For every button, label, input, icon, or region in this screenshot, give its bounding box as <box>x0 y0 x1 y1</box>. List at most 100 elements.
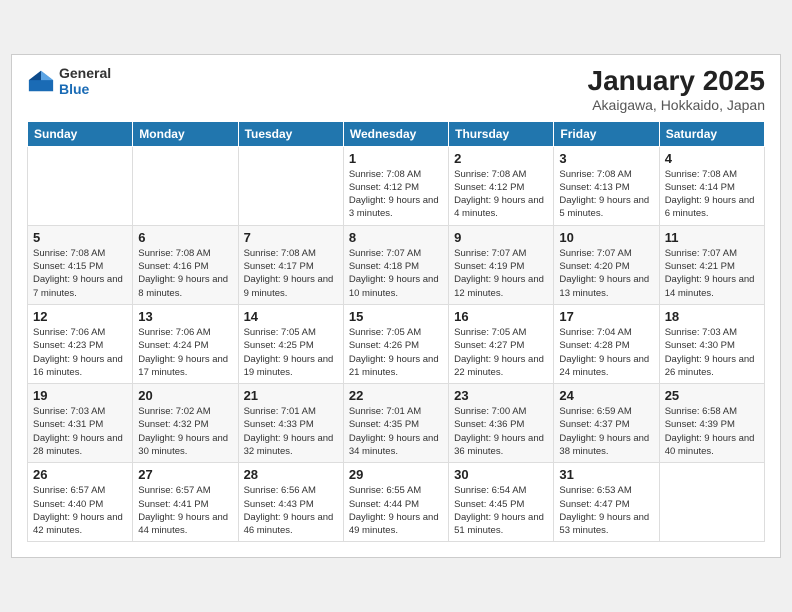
calendar-wrapper: General Blue January 2025 Akaigawa, Hokk… <box>11 54 781 559</box>
day-info: Sunrise: 7:00 AM Sunset: 4:36 PM Dayligh… <box>454 405 548 458</box>
weekday-row: SundayMondayTuesdayWednesdayThursdayFrid… <box>28 121 765 146</box>
day-cell: 10Sunrise: 7:07 AM Sunset: 4:20 PM Dayli… <box>554 225 659 304</box>
weekday-header-sunday: Sunday <box>28 121 133 146</box>
day-cell: 13 Sunrise: 7:06 AM Sunset: 4:24 PM Dayli… <box>133 304 238 383</box>
weekday-header-thursday: Thursday <box>449 121 554 146</box>
day-info: Sunrise: 7:08 AM Sunset: 4:12 PM Dayligh… <box>454 168 548 221</box>
day-info: Sunrise: 7:08 AM Sunset: 4:17 PM Dayligh… <box>244 247 338 300</box>
day-number: 14 <box>244 309 338 324</box>
day-cell: 8 Sunrise: 7:07 AM Sunset: 4:18 PM Daylig… <box>343 225 448 304</box>
day-number: 20 <box>138 388 232 403</box>
day-info: Sunrise: 7:07 AM Sunset: 4:19 PM Dayligh… <box>454 247 548 300</box>
day-cell: 11 Sunrise: 7:07 AM Sunset: 4:21 PM Dayli… <box>659 225 764 304</box>
day-info: Sunrise: 7:06 AM Sunset: 4:24 PM Dayligh… <box>138 326 232 379</box>
day-number: 16 <box>454 309 548 324</box>
day-cell <box>133 146 238 225</box>
day-number: 4 <box>665 151 759 166</box>
day-cell: 22 Sunrise: 7:01 AM Sunset: 4:35 PM Dayli… <box>343 384 448 463</box>
day-info: Sunrise: 6:54 AM Sunset: 4:45 PM Dayligh… <box>454 484 548 537</box>
day-info: Sunrise: 7:07 AM Sunset: 4:18 PM Dayligh… <box>349 247 443 300</box>
day-cell: 9 Sunrise: 7:07 AM Sunset: 4:19 PM Daylig… <box>449 225 554 304</box>
day-number: 1 <box>349 151 443 166</box>
day-number: 9 <box>454 230 548 245</box>
day-cell: 31 Sunrise: 6:53 AM Sunset: 4:47 PM Dayli… <box>554 463 659 542</box>
day-number: 7 <box>244 230 338 245</box>
week-row-5: 26Sunrise: 6:57 AM Sunset: 4:40 PM Dayli… <box>28 463 765 542</box>
day-cell: 26Sunrise: 6:57 AM Sunset: 4:40 PM Dayli… <box>28 463 133 542</box>
logo-general: General <box>59 65 111 82</box>
day-cell: 27Sunrise: 6:57 AM Sunset: 4:41 PM Dayli… <box>133 463 238 542</box>
day-cell: 6 Sunrise: 7:08 AM Sunset: 4:16 PM Daylig… <box>133 225 238 304</box>
day-number: 18 <box>665 309 759 324</box>
day-number: 3 <box>559 151 653 166</box>
day-info: Sunrise: 6:53 AM Sunset: 4:47 PM Dayligh… <box>559 484 653 537</box>
day-number: 26 <box>33 467 127 482</box>
day-cell: 14Sunrise: 7:05 AM Sunset: 4:25 PM Dayli… <box>238 304 343 383</box>
day-number: 8 <box>349 230 443 245</box>
weekday-header-tuesday: Tuesday <box>238 121 343 146</box>
day-info: Sunrise: 6:58 AM Sunset: 4:39 PM Dayligh… <box>665 405 759 458</box>
day-number: 23 <box>454 388 548 403</box>
day-number: 10 <box>559 230 653 245</box>
day-info: Sunrise: 7:03 AM Sunset: 4:31 PM Dayligh… <box>33 405 127 458</box>
day-number: 19 <box>33 388 127 403</box>
day-info: Sunrise: 7:06 AM Sunset: 4:23 PM Dayligh… <box>33 326 127 379</box>
day-info: Sunrise: 6:56 AM Sunset: 4:43 PM Dayligh… <box>244 484 338 537</box>
day-cell: 21 Sunrise: 7:01 AM Sunset: 4:33 PM Dayli… <box>238 384 343 463</box>
day-number: 29 <box>349 467 443 482</box>
day-number: 5 <box>33 230 127 245</box>
day-info: Sunrise: 7:05 AM Sunset: 4:27 PM Dayligh… <box>454 326 548 379</box>
day-cell: 4Sunrise: 7:08 AM Sunset: 4:14 PM Daylig… <box>659 146 764 225</box>
title-section: January 2025 Akaigawa, Hokkaido, Japan <box>588 65 765 113</box>
day-cell: 2 Sunrise: 7:08 AM Sunset: 4:12 PM Daylig… <box>449 146 554 225</box>
day-cell <box>238 146 343 225</box>
day-info: Sunrise: 7:04 AM Sunset: 4:28 PM Dayligh… <box>559 326 653 379</box>
day-cell: 23 Sunrise: 7:00 AM Sunset: 4:36 PM Dayli… <box>449 384 554 463</box>
day-cell: 15Sunrise: 7:05 AM Sunset: 4:26 PM Dayli… <box>343 304 448 383</box>
day-cell: 18 Sunrise: 7:03 AM Sunset: 4:30 PM Dayli… <box>659 304 764 383</box>
day-cell: 16 Sunrise: 7:05 AM Sunset: 4:27 PM Dayli… <box>449 304 554 383</box>
calendar-table: SundayMondayTuesdayWednesdayThursdayFrid… <box>27 121 765 543</box>
day-info: Sunrise: 7:08 AM Sunset: 4:15 PM Dayligh… <box>33 247 127 300</box>
day-number: 6 <box>138 230 232 245</box>
day-cell: 12Sunrise: 7:06 AM Sunset: 4:23 PM Dayli… <box>28 304 133 383</box>
day-info: Sunrise: 7:01 AM Sunset: 4:35 PM Dayligh… <box>349 405 443 458</box>
day-number: 30 <box>454 467 548 482</box>
day-cell: 24Sunrise: 6:59 AM Sunset: 4:37 PM Dayli… <box>554 384 659 463</box>
day-info: Sunrise: 7:01 AM Sunset: 4:33 PM Dayligh… <box>244 405 338 458</box>
day-cell: 19 Sunrise: 7:03 AM Sunset: 4:31 PM Dayli… <box>28 384 133 463</box>
day-cell: 28 Sunrise: 6:56 AM Sunset: 4:43 PM Dayli… <box>238 463 343 542</box>
day-number: 31 <box>559 467 653 482</box>
logo-text: General Blue <box>59 65 111 99</box>
month-title: January 2025 <box>588 65 765 97</box>
day-number: 13 <box>138 309 232 324</box>
day-number: 11 <box>665 230 759 245</box>
day-number: 21 <box>244 388 338 403</box>
day-cell: 30 Sunrise: 6:54 AM Sunset: 4:45 PM Dayli… <box>449 463 554 542</box>
day-cell <box>28 146 133 225</box>
day-cell: 29 Sunrise: 6:55 AM Sunset: 4:44 PM Dayli… <box>343 463 448 542</box>
header-section: General Blue January 2025 Akaigawa, Hokk… <box>27 65 765 113</box>
week-row-3: 12Sunrise: 7:06 AM Sunset: 4:23 PM Dayli… <box>28 304 765 383</box>
day-cell: 25Sunrise: 6:58 AM Sunset: 4:39 PM Dayli… <box>659 384 764 463</box>
day-number: 22 <box>349 388 443 403</box>
weekday-header-saturday: Saturday <box>659 121 764 146</box>
day-cell: 17 Sunrise: 7:04 AM Sunset: 4:28 PM Dayli… <box>554 304 659 383</box>
day-cell: 3Sunrise: 7:08 AM Sunset: 4:13 PM Daylig… <box>554 146 659 225</box>
day-info: Sunrise: 7:07 AM Sunset: 4:21 PM Dayligh… <box>665 247 759 300</box>
day-info: Sunrise: 7:03 AM Sunset: 4:30 PM Dayligh… <box>665 326 759 379</box>
day-number: 27 <box>138 467 232 482</box>
day-info: Sunrise: 7:08 AM Sunset: 4:16 PM Dayligh… <box>138 247 232 300</box>
day-number: 24 <box>559 388 653 403</box>
location-title: Akaigawa, Hokkaido, Japan <box>588 97 765 113</box>
week-row-1: 1 Sunrise: 7:08 AM Sunset: 4:12 PM Daylig… <box>28 146 765 225</box>
day-cell: 20Sunrise: 7:02 AM Sunset: 4:32 PM Dayli… <box>133 384 238 463</box>
day-number: 2 <box>454 151 548 166</box>
week-row-2: 5 Sunrise: 7:08 AM Sunset: 4:15 PM Daylig… <box>28 225 765 304</box>
weekday-header-monday: Monday <box>133 121 238 146</box>
weekday-header-wednesday: Wednesday <box>343 121 448 146</box>
week-row-4: 19 Sunrise: 7:03 AM Sunset: 4:31 PM Dayli… <box>28 384 765 463</box>
day-number: 17 <box>559 309 653 324</box>
day-number: 28 <box>244 467 338 482</box>
day-info: Sunrise: 6:55 AM Sunset: 4:44 PM Dayligh… <box>349 484 443 537</box>
